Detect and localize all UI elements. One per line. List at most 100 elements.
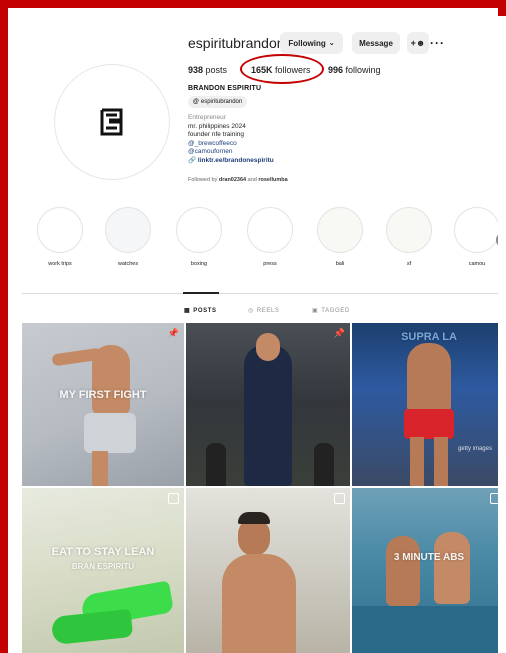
- following-link[interactable]: 996 following: [328, 65, 381, 75]
- red-frame-left: [0, 0, 8, 653]
- posts-count-value: 938: [188, 65, 204, 75]
- followed-by-user: rosellumba: [258, 177, 288, 183]
- grid-icon: ▦: [184, 308, 191, 314]
- figure-shape: [84, 413, 136, 453]
- threads-badge[interactable]: @ espiritubrandon: [188, 96, 248, 108]
- figure-shape: [434, 437, 448, 486]
- figure-shape: [244, 345, 292, 486]
- bio-line: mr. philippines 2024: [188, 122, 246, 130]
- followed-by-prefix: Followed by: [188, 177, 218, 183]
- highlight-cover: [317, 207, 363, 253]
- post-overlay-text: 3 MINUTE ABS: [393, 552, 465, 563]
- reel-icon: [168, 493, 179, 504]
- tagged-icon: ▣: [312, 308, 319, 314]
- highlight-cover: [37, 207, 83, 253]
- post-overlay-text: MY FIRST FIGHT: [59, 389, 147, 401]
- username: espiritubrandon: [188, 35, 285, 51]
- figure-shape: [92, 451, 108, 486]
- link-icon: 🔗: [188, 156, 197, 164]
- highlight-boxing[interactable]: boxing: [175, 207, 223, 267]
- followed-by[interactable]: Followed by dran02364 and rosellumba: [188, 177, 288, 183]
- figure-shape: [407, 343, 451, 413]
- highlight-cover: [105, 207, 151, 253]
- highlight-bali[interactable]: bali: [316, 207, 364, 267]
- bio: Entrepreneur mr. philippines 2024 founde…: [188, 114, 274, 165]
- post-tile[interactable]: EAT TO STAY LEAN BRAN ESPIRITU: [22, 488, 184, 653]
- threads-icon: @: [193, 99, 199, 105]
- highlight-camou[interactable]: camou: [453, 207, 498, 267]
- posts-count: 938 posts: [188, 65, 227, 75]
- post-overlay-text: EAT TO STAY LEAN: [51, 546, 155, 558]
- highlight-label: camou: [468, 261, 486, 267]
- post-tile[interactable]: MY FIRST FIGHT 📌: [22, 323, 184, 486]
- add-user-button[interactable]: +☻: [407, 32, 429, 54]
- tab-reels[interactable]: ◎ REELS: [248, 307, 280, 315]
- post-overlay-text: BRAN ESPIRITU: [71, 562, 135, 571]
- pin-icon: 📌: [333, 328, 345, 338]
- tab-tagged-label: TAGGED: [321, 307, 350, 314]
- highlight-label: bali: [335, 261, 345, 267]
- highlight-label: work trips: [48, 261, 72, 267]
- tabs-divider: [22, 293, 498, 294]
- bio-link[interactable]: 🔗 linktr.ee/brandonespiritu: [188, 157, 274, 166]
- highlight-label: sf: [406, 261, 412, 267]
- figure-shape: [386, 536, 420, 606]
- more-options-icon[interactable]: ···: [430, 36, 445, 50]
- post-tile[interactable]: [186, 488, 350, 653]
- bio-mention[interactable]: @camoufornen: [188, 148, 274, 157]
- figure-shape: [404, 409, 454, 439]
- figure-shape: [352, 606, 498, 653]
- bio-line: founder nfe training: [188, 131, 245, 138]
- highlight-cover: [454, 207, 498, 253]
- post-watermark: getty images: [457, 446, 492, 452]
- highlight-sf[interactable]: sf: [385, 207, 433, 267]
- highlight-cover: [176, 207, 222, 253]
- tab-reels-label: REELS: [256, 307, 280, 314]
- highlight-cover: [247, 207, 293, 253]
- following-count-value: 996: [328, 65, 344, 75]
- tab-posts-label: POSTS: [193, 307, 217, 314]
- post-tile[interactable]: 📌: [186, 323, 350, 486]
- tab-tagged[interactable]: ▣ TAGGED: [312, 307, 350, 315]
- message-button[interactable]: Message: [352, 32, 400, 54]
- figure-shape: [410, 437, 424, 486]
- add-user-icon: +☻: [410, 38, 426, 48]
- highlight-label: watches: [117, 261, 139, 267]
- highlight-watches[interactable]: watches: [104, 207, 152, 267]
- pin-icon: 📌: [167, 328, 179, 338]
- profile-page: espiritubrandon Following ⌄ Message +☻ ·…: [8, 8, 498, 653]
- bio-link-text: linktr.ee/brandonespiritu: [197, 156, 274, 164]
- figure-shape: [50, 608, 134, 646]
- bio-mention[interactable]: @_brewcoffeeco: [188, 140, 274, 149]
- figure-shape: [434, 532, 470, 604]
- tab-posts[interactable]: ▦ POSTS: [184, 307, 217, 315]
- highlight-press[interactable]: press: [246, 207, 294, 267]
- figure-shape: [256, 333, 280, 361]
- figure-shape: [222, 554, 296, 653]
- avatar[interactable]: [54, 64, 170, 180]
- highlight-label: press: [263, 261, 277, 267]
- figure-shape: [238, 512, 270, 524]
- followed-by-user: dran02364: [218, 177, 247, 183]
- bio-category: Entrepreneur: [188, 114, 226, 121]
- brand-logo-icon: [100, 108, 123, 136]
- post-tile[interactable]: SUPRA LA getty images: [352, 323, 498, 486]
- post-tile[interactable]: 3 MINUTE ABS: [352, 488, 498, 653]
- figure-shape: [206, 443, 226, 486]
- reel-icon: [490, 493, 498, 504]
- followed-by-and: and: [247, 177, 257, 183]
- red-frame-top: [0, 0, 506, 8]
- red-annotation-circle: [240, 54, 324, 84]
- following-button-label: Following: [288, 38, 326, 48]
- posts-count-label: posts: [205, 65, 228, 75]
- highlight-label: boxing: [190, 261, 208, 267]
- reel-icon: [334, 493, 345, 504]
- following-button[interactable]: Following ⌄: [280, 32, 343, 54]
- active-tab-indicator: [183, 292, 219, 294]
- figure-shape: [314, 443, 334, 486]
- threads-handle: espiritubrandon: [200, 99, 243, 105]
- full-name: BRANDON ESPIRITU: [188, 85, 262, 92]
- highlight-work-trips[interactable]: work trips: [36, 207, 84, 267]
- post-overlay-text: SUPRA LA: [401, 331, 457, 343]
- reels-icon: ◎: [248, 308, 254, 314]
